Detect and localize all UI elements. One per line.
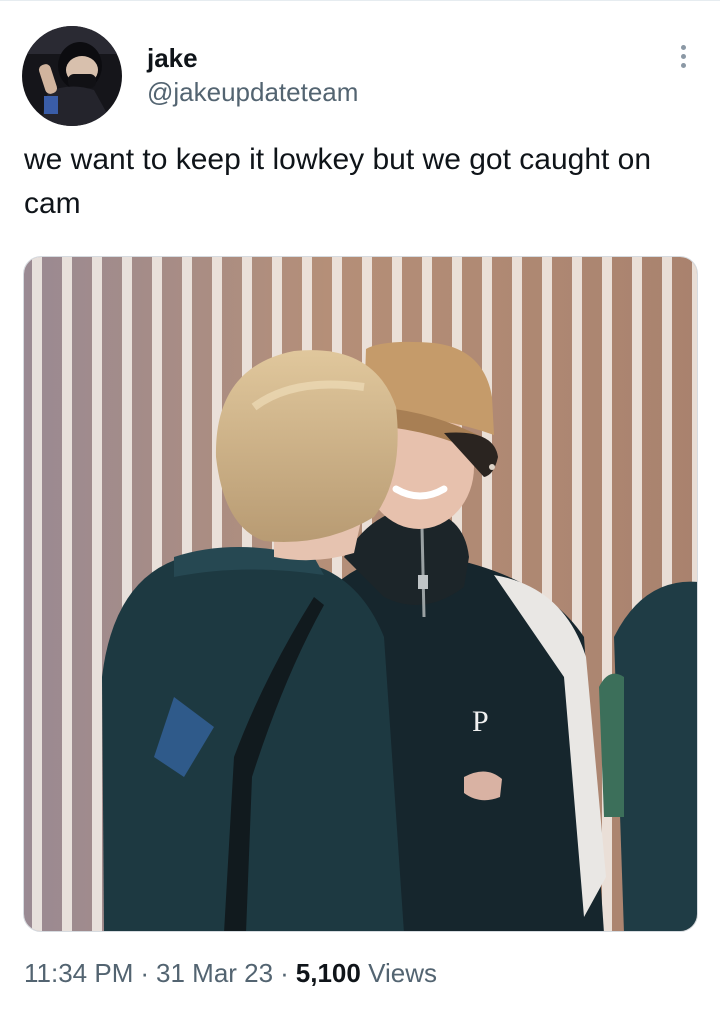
- avatar-image: [22, 26, 122, 126]
- background-slat: [32, 257, 42, 931]
- meta-separator: ·: [140, 958, 150, 988]
- blonde-hair: [215, 350, 398, 542]
- jacket-print: P: [472, 705, 489, 738]
- tweet-text: we want to keep it lowkey but we got cau…: [24, 143, 652, 220]
- background-slat: [92, 257, 102, 931]
- tweet-meta: 11:34 PM · 31 Mar 23 · 5,100 Views: [24, 956, 437, 990]
- background-slat: [62, 257, 72, 931]
- more-vertical-icon: [680, 44, 686, 50]
- tweet-date[interactable]: 31 Mar 23: [156, 958, 273, 988]
- author-avatar[interactable]: [22, 26, 122, 126]
- background-slat: [602, 257, 612, 931]
- tweet-media-photo[interactable]: P: [23, 256, 698, 932]
- meta-separator: ·: [280, 958, 289, 988]
- top-divider: [0, 0, 720, 1]
- author-handle[interactable]: @jakeupdateteam: [147, 77, 358, 107]
- right-figure: [614, 581, 697, 931]
- more-options-button[interactable]: [666, 38, 700, 74]
- tweet-time[interactable]: 11:34 PM: [24, 958, 133, 988]
- author-display-name[interactable]: jake: [147, 43, 198, 73]
- views-label: Views: [368, 958, 437, 988]
- photo-image: P: [24, 257, 697, 931]
- views-count: 5,100: [295, 958, 361, 988]
